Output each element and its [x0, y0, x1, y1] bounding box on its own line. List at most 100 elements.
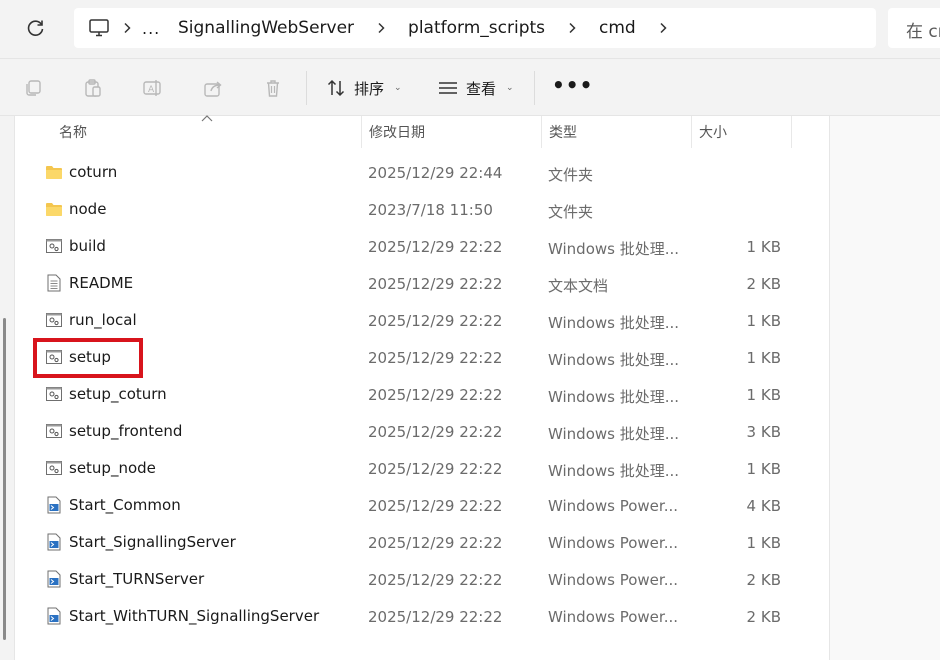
search-placeholder: 在 cmd 中搜索 [906, 22, 940, 42]
breadcrumb-item-signallingwebserver[interactable]: SignallingWebServer [166, 8, 366, 48]
file-size: 1 KB [746, 312, 781, 330]
file-name[interactable]: node [69, 200, 106, 218]
batch-file-icon [45, 348, 63, 366]
chevron-down-icon: ⌄ [394, 83, 402, 93]
file-type: Windows 批处理... [548, 314, 680, 332]
file-row-setup-node[interactable]: setup_node 2025/12/29 22:22 Windows 批处理...… [15, 450, 831, 487]
file-type: Windows Power... [548, 497, 679, 515]
file-name[interactable]: setup [69, 348, 111, 366]
text-file-icon [45, 274, 63, 292]
column-type[interactable]: 类型 [549, 122, 577, 142]
column-header: 名称 修改日期 类型 大小 [15, 115, 831, 148]
file-modified: 2025/12/29 22:22 [368, 386, 503, 404]
column-divider[interactable] [691, 116, 692, 148]
file-list: 名称 修改日期 类型 大小 coturn 2025/12/29 22:44 文件夹 n… [14, 115, 831, 660]
breadcrumb-item-cmd[interactable]: cmd [587, 8, 648, 48]
file-type: 文件夹 [548, 203, 594, 221]
file-size: 1 KB [746, 238, 781, 256]
column-divider[interactable] [791, 116, 792, 148]
file-type: 文本文档 [548, 277, 609, 295]
file-row-build[interactable]: build 2025/12/29 22:22 Windows 批处理... 1 KB [15, 228, 831, 265]
column-modified[interactable]: 修改日期 [369, 122, 425, 142]
file-size: 4 KB [746, 497, 781, 515]
file-modified: 2023/7/18 11:50 [368, 201, 493, 219]
batch-file-icon [45, 237, 63, 255]
file-modified: 2025/12/29 22:22 [368, 497, 503, 515]
column-size[interactable]: 大小 [699, 122, 727, 142]
file-row-start-turnserver[interactable]: Start_TURNServer 2025/12/29 22:22 Windows … [15, 561, 831, 598]
view-label: 查看 [466, 79, 497, 98]
chevron-right-icon[interactable] [112, 8, 142, 48]
delete-button[interactable] [259, 74, 287, 102]
file-modified: 2025/12/29 22:22 [368, 608, 503, 626]
this-pc-button[interactable] [88, 8, 112, 48]
clipboard-icon [85, 79, 101, 97]
file-size: 3 KB [746, 423, 781, 441]
address-row: ... SignallingWebServer platform_scripts… [0, 0, 940, 58]
chevron-right-icon[interactable] [648, 8, 678, 48]
breadcrumb[interactable]: ... SignallingWebServer platform_scripts… [74, 8, 876, 48]
file-size: 2 KB [746, 275, 781, 293]
batch-file-icon [45, 311, 63, 329]
more-options-button[interactable]: ••• [552, 73, 593, 97]
paste-button[interactable] [79, 74, 107, 102]
file-name[interactable]: run_local [69, 311, 137, 329]
file-name[interactable]: setup_node [69, 459, 156, 477]
column-divider[interactable] [541, 116, 542, 148]
share-button[interactable] [199, 74, 227, 102]
copy-button[interactable] [19, 74, 47, 102]
batch-file-icon [45, 459, 63, 477]
file-type: Windows 批处理... [548, 240, 680, 258]
powershell-file-icon [45, 570, 63, 588]
nav-scrollbar[interactable] [3, 318, 6, 640]
file-row-coturn[interactable]: coturn 2025/12/29 22:44 文件夹 [15, 154, 831, 191]
powershell-file-icon [45, 496, 63, 514]
file-name[interactable]: coturn [69, 163, 117, 181]
file-name[interactable]: setup_coturn [69, 385, 167, 403]
file-row-setup-coturn[interactable]: setup_coturn 2025/12/29 22:22 Windows 批处理.… [15, 376, 831, 413]
file-modified: 2025/12/29 22:22 [368, 238, 503, 256]
file-name[interactable]: README [69, 274, 133, 292]
file-modified: 2025/12/29 22:22 [368, 534, 503, 552]
file-row-setup-frontend[interactable]: setup_frontend 2025/12/29 22:22 Windows 批处… [15, 413, 831, 450]
file-type: Windows 批处理... [548, 351, 680, 369]
file-name[interactable]: Start_TURNServer [69, 570, 204, 588]
trash-icon [267, 80, 279, 97]
file-type: Windows 批处理... [548, 425, 680, 443]
view-list-icon [439, 82, 457, 94]
file-name[interactable]: Start_SignallingServer [69, 533, 236, 551]
powershell-file-icon [45, 533, 63, 551]
file-name[interactable]: setup_frontend [69, 422, 182, 440]
file-row-node[interactable]: node 2023/7/18 11:50 文件夹 [15, 191, 831, 228]
file-row-run-local[interactable]: run_local 2025/12/29 22:22 Windows 批处理... 1… [15, 302, 831, 339]
view-menu-button[interactable]: 查看 ⌄ [438, 73, 514, 103]
file-row-readme[interactable]: README 2025/12/29 22:22 文本文档 2 KB [15, 265, 831, 302]
breadcrumb-item-platform-scripts[interactable]: platform_scripts [396, 8, 557, 48]
file-row-start-common[interactable]: Start_Common 2025/12/29 22:22 Windows Powe… [15, 487, 831, 524]
file-modified: 2025/12/29 22:44 [368, 164, 503, 182]
file-modified: 2025/12/29 22:22 [368, 571, 503, 589]
sort-menu-button[interactable]: 排序 ⌄ [326, 73, 402, 103]
chevron-down-icon: ⌄ [506, 83, 514, 93]
column-name[interactable]: 名称 [59, 122, 87, 142]
file-type: Windows 批处理... [548, 462, 680, 480]
sort-icon [327, 79, 345, 97]
breadcrumb-overflow[interactable]: ... [142, 8, 166, 48]
search-input[interactable]: 在 cmd 中搜索 [888, 8, 940, 48]
batch-file-icon [45, 422, 63, 440]
folder-icon [45, 163, 63, 181]
column-divider[interactable] [361, 116, 362, 148]
chevron-right-icon[interactable] [366, 8, 396, 48]
file-name[interactable]: build [69, 237, 106, 255]
file-type: 文件夹 [548, 166, 594, 184]
file-name[interactable]: Start_WithTURN_SignallingServer [69, 607, 319, 625]
file-size: 1 KB [746, 534, 781, 552]
file-row-start-signallingserver[interactable]: Start_SignallingServer 2025/12/29 22:22 Wi… [15, 524, 831, 561]
rename-button[interactable]: A [139, 74, 167, 102]
file-row-setup[interactable]: setup 2025/12/29 22:22 Windows 批处理... 1 KB [15, 339, 831, 376]
file-name[interactable]: Start_Common [69, 496, 181, 514]
refresh-button[interactable] [22, 14, 50, 42]
toolbar-divider [534, 71, 535, 105]
file-row-start-withturn-signallingserver[interactable]: Start_WithTURN_SignallingServer 2025/12/2… [15, 598, 831, 635]
chevron-right-icon[interactable] [557, 8, 587, 48]
